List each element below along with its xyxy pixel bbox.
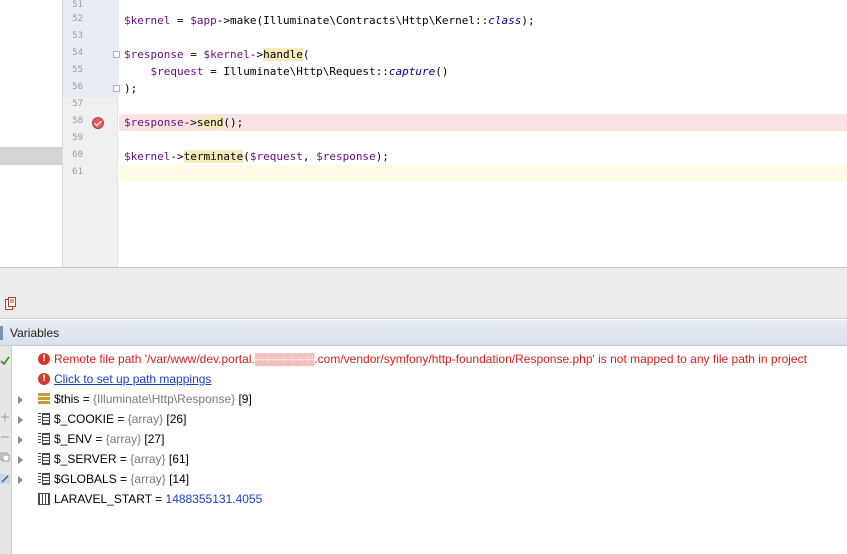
copy-icon[interactable] [0, 452, 10, 462]
project-tool-strip [0, 0, 62, 267]
selected-tree-row[interactable] [0, 147, 62, 165]
variable-name: $_COOKIE [54, 412, 115, 426]
code-area[interactable]: $kernel = $app->make(Illuminate\Contract… [119, 0, 847, 267]
variable-type: {array} [130, 452, 166, 466]
variable-separator: = [116, 472, 131, 486]
array-icon [38, 473, 50, 485]
variable-count: [61] [165, 452, 189, 466]
primitive-icon [38, 493, 50, 505]
variable-separator: = [79, 392, 94, 406]
variable-name: $_ENV [54, 432, 93, 446]
variable-type: {array} [127, 412, 164, 426]
restore-layout-icon[interactable] [5, 297, 16, 310]
breakpoint-icon[interactable] [92, 117, 104, 129]
edit-pencil-icon[interactable] [0, 474, 10, 484]
array-icon [38, 413, 50, 425]
variable-count: [14] [165, 472, 190, 486]
expand-arrow-icon[interactable] [18, 456, 23, 464]
variables-side-toolbar [0, 346, 12, 554]
code-line: $kernel->terminate($request, $response); [124, 150, 389, 163]
line-number: 53 [72, 31, 83, 41]
variable-name: $this [54, 392, 80, 406]
code-line: ); [124, 82, 138, 95]
checkmark-icon[interactable] [0, 356, 10, 366]
variable-separator: = [151, 492, 166, 506]
remove-watch-icon[interactable] [0, 432, 10, 442]
variable-separator: = [114, 412, 128, 426]
line-number: 58 [72, 116, 83, 126]
variable-separator: = [92, 432, 106, 446]
code-line: $response = $kernel->handle( [124, 48, 310, 61]
line-number: 54 [72, 48, 83, 58]
error-message-row: Remote file path '/var/www/dev.portal.▒▒… [12, 349, 847, 369]
variables-header: Variables [0, 320, 847, 346]
variable-row[interactable]: $_SERVER = {array} [61] [12, 449, 847, 469]
path-mapping-link-row[interactable]: Click to set up path mappings [12, 369, 847, 389]
variables-title: Variables [10, 326, 60, 340]
array-icon [38, 453, 50, 465]
line-number: 61 [72, 167, 83, 177]
line-number: 51 [72, 0, 83, 10]
variable-count: [9] [235, 392, 252, 406]
expand-arrow-icon[interactable] [18, 396, 23, 404]
variable-row[interactable]: $_COOKIE = {array} [26] [12, 409, 847, 429]
variable-value: 1488355131.4055 [165, 492, 263, 506]
line-number: 52 [72, 14, 83, 24]
variable-count: [26] [163, 412, 187, 426]
variable-name: $_SERVER [54, 452, 117, 466]
panel-grip [0, 326, 3, 340]
breakpoint-line: $response->send(); [119, 114, 847, 131]
frames-toolbar [0, 291, 847, 319]
expand-arrow-icon[interactable] [18, 476, 23, 484]
line-number: 55 [72, 65, 83, 75]
current-line [119, 165, 847, 182]
variable-count: [27] [141, 432, 165, 446]
expand-arrow-icon[interactable] [18, 416, 23, 424]
variables-tree[interactable]: Remote file path '/var/www/dev.portal.▒▒… [12, 346, 847, 554]
array-icon [38, 433, 50, 445]
error-icon [38, 369, 50, 389]
variable-type: {array} [130, 472, 166, 486]
variable-row[interactable]: LARAVEL_START = 1488355131.4055 [12, 489, 847, 509]
code-line: $request = Illuminate\Http\Request::capt… [150, 65, 449, 78]
add-watch-icon[interactable] [0, 412, 10, 422]
line-number: 56 [72, 82, 83, 92]
variable-name: LARAVEL_START [54, 492, 152, 506]
variable-row[interactable]: $this = {Illuminate\Http\Response} [9] [12, 389, 847, 409]
expand-arrow-icon[interactable] [18, 436, 23, 444]
variable-type: {Illuminate\Http\Response} [93, 392, 236, 406]
line-number: 59 [72, 133, 83, 143]
line-number: 57 [72, 99, 83, 109]
variable-type: {array} [105, 432, 142, 446]
variable-name: $GLOBALS [54, 472, 117, 486]
variable-separator: = [116, 452, 131, 466]
code-line: $kernel = $app->make(Illuminate\Contract… [124, 14, 535, 27]
object-icon [38, 393, 50, 405]
line-number: 60 [72, 150, 83, 160]
debug-toolbar [0, 267, 847, 291]
variable-row[interactable]: $_ENV = {array} [27] [12, 429, 847, 449]
error-icon [38, 349, 50, 369]
path-mapping-error: Remote file path '/var/www/dev.portal.▒▒… [54, 352, 807, 366]
code-editor[interactable]: 51 52 53 54 55 56 57 58 59 60 61 $kernel… [0, 0, 847, 267]
setup-path-mappings-link[interactable]: Click to set up path mappings [54, 369, 211, 389]
variable-row[interactable]: $GLOBALS = {array} [14] [12, 469, 847, 489]
editor-gutter[interactable]: 51 52 53 54 55 56 57 58 59 60 61 [62, 0, 119, 267]
